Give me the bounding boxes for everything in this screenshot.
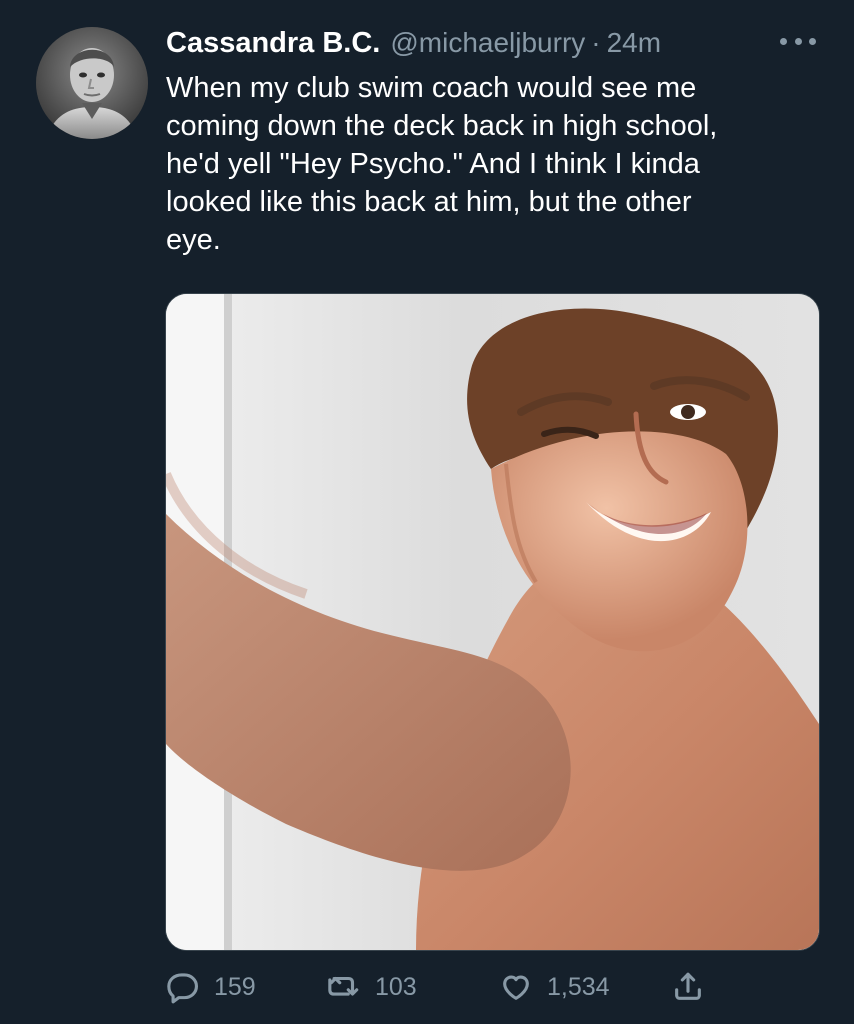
user-handle[interactable]: @michaeljburry [390,26,585,60]
reply-count: 159 [214,972,256,1001]
more-dot-3 [809,37,816,45]
tweet: Cassandra B.C. @michaeljburry · 24m When… [0,0,854,1024]
retweet-count: 103 [375,972,417,1001]
avatar-image [36,27,148,139]
avatar[interactable] [36,27,148,139]
retweet-icon [328,976,359,996]
tweet-text: When my club swim coach would see me com… [166,72,718,256]
like-count: 1,534 [547,972,610,1001]
tweet-header: Cassandra B.C. @michaeljburry · 24m [166,26,661,60]
like-button[interactable]: 1,534 [499,965,610,1009]
tweet-photo [166,294,819,950]
tweet-actions: 159 103 1,534 [166,965,726,1009]
share-button[interactable] [671,965,705,1009]
more-icon[interactable] [780,30,816,52]
tweet-time[interactable]: 24m [607,26,661,60]
heart-icon [503,975,529,1000]
display-name[interactable]: Cassandra B.C. [166,26,380,60]
more-dot-2 [794,37,802,45]
retweet-button[interactable]: 103 [327,965,417,1009]
reply-button[interactable]: 159 [166,965,256,1009]
tweet-media[interactable] [165,293,820,951]
header-separator: · [591,27,601,58]
reply-icon [167,973,199,1004]
share-icon [675,972,701,1000]
more-dot-1 [780,37,787,45]
